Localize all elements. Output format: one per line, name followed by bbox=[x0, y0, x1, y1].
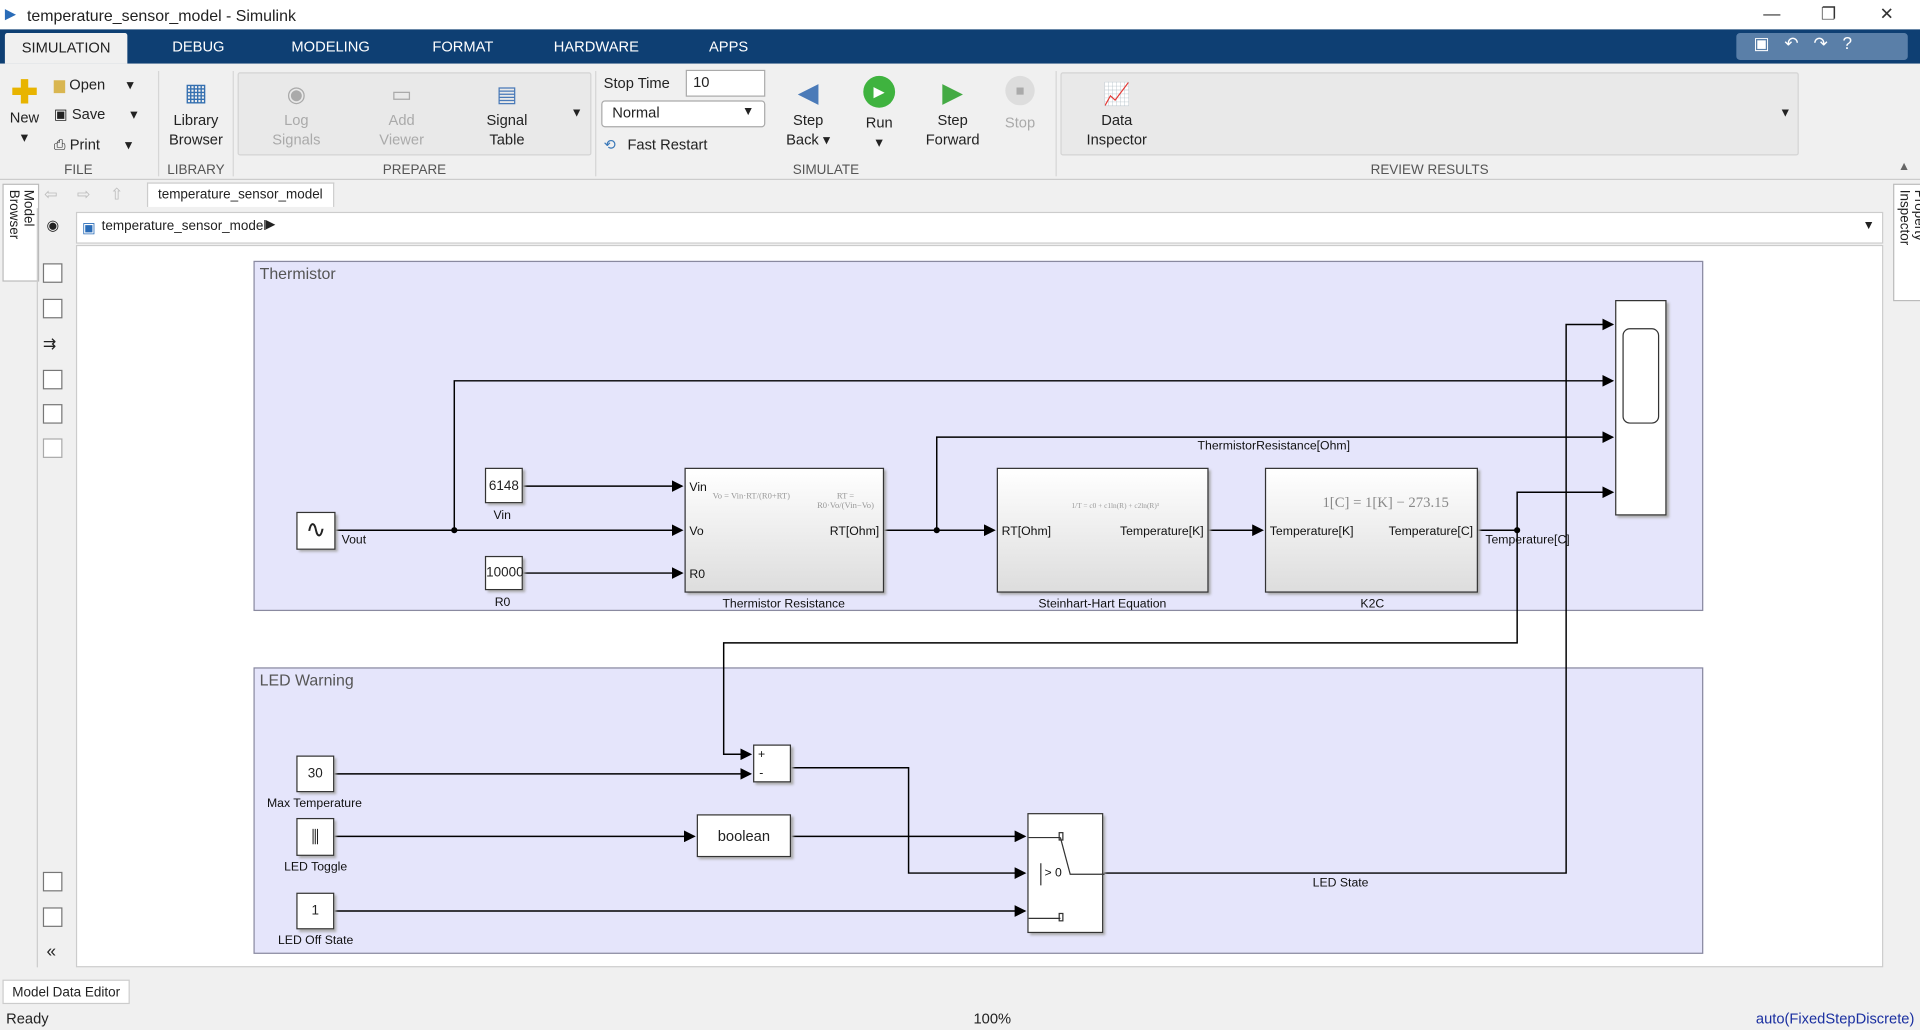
manual-switch-icon: ⫼ bbox=[311, 826, 320, 847]
block-label: Vin bbox=[493, 509, 511, 523]
thermistor-resistance-block[interactable]: Vin Vo R0 RT[Ohm] Vo = Vin·RT/(R0+RT) RT… bbox=[684, 467, 885, 593]
signal-label: LED State bbox=[1312, 876, 1369, 891]
block-label: Max Temperature bbox=[266, 797, 363, 811]
model-data-editor-tab[interactable]: Model Data Editor bbox=[2, 979, 130, 1005]
led-off-state-block[interactable]: 1 bbox=[296, 892, 335, 930]
k2c-block[interactable]: Temperature[K] Temperature[C] 1[C] = 1[K… bbox=[1264, 467, 1478, 593]
steinhart-hart-block[interactable]: RT[Ohm] Temperature[K] 1/T = c0 + c1ln(R… bbox=[996, 467, 1209, 593]
constant-vin-block[interactable]: 6148 bbox=[484, 467, 523, 504]
line-ledstate bbox=[1103, 318, 1615, 874]
data-type-conversion-block[interactable]: boolean bbox=[696, 814, 792, 858]
line-sum-switch bbox=[791, 767, 1027, 879]
signal-label: Temperature[C] bbox=[1485, 533, 1570, 548]
max-temperature-block[interactable]: 30 bbox=[296, 755, 335, 793]
branch-point bbox=[933, 527, 940, 534]
block-label: Steinhart-Hart Equation bbox=[1038, 597, 1167, 612]
line-celsius bbox=[1477, 486, 1615, 531]
constant-r0-block[interactable]: 10000 bbox=[484, 555, 524, 591]
sine-icon: ∿ bbox=[305, 516, 327, 544]
sine-wave-block[interactable]: ∿ bbox=[296, 511, 336, 550]
block-label: R0 bbox=[494, 596, 511, 610]
scope-block[interactable] bbox=[1615, 300, 1667, 516]
block-label: K2C bbox=[1360, 597, 1385, 612]
branch-point bbox=[1514, 527, 1521, 534]
led-toggle-block[interactable]: ⫼ bbox=[296, 817, 335, 856]
scope-icon bbox=[1622, 328, 1660, 424]
block-label: Thermistor Resistance bbox=[722, 597, 845, 612]
switch-block[interactable]: > 0 bbox=[1027, 813, 1105, 934]
signal-label: ThermistorResistance[Ohm] bbox=[1197, 439, 1350, 454]
solver-link[interactable]: auto(FixedStepDiscrete) bbox=[1756, 1010, 1914, 1027]
status-text: Ready bbox=[6, 1010, 49, 1028]
block-label: LED Off State bbox=[277, 934, 354, 948]
branch-point bbox=[451, 527, 458, 534]
port-label: Vout bbox=[341, 533, 367, 548]
block-label: LED Toggle bbox=[284, 860, 348, 875]
sum-block[interactable]: + - bbox=[753, 744, 792, 783]
zoom-level: 100% bbox=[973, 1010, 1012, 1028]
